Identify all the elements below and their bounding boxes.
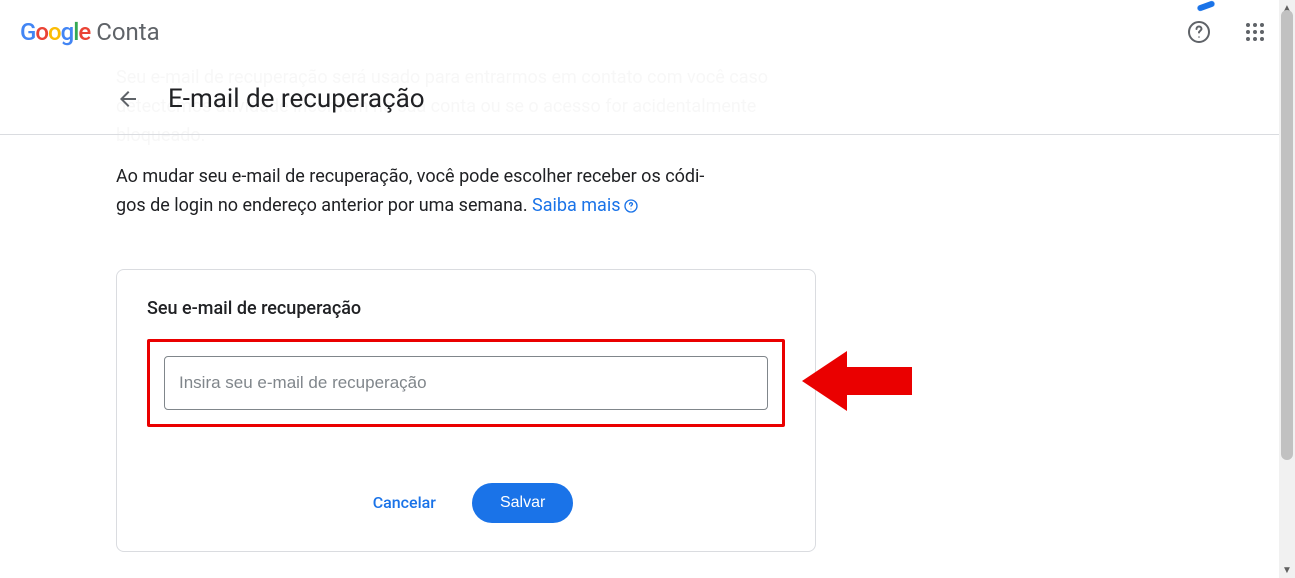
logo-section: Google Conta <box>20 18 160 46</box>
button-row: Cancelar Salvar <box>147 483 785 523</box>
save-button[interactable]: Salvar <box>472 483 573 523</box>
description-text: Ao mudar seu e-mail de recuperação, você… <box>116 163 816 221</box>
google-logo: Google <box>20 18 90 46</box>
recovery-email-card: Seu e-mail de recuperação Cancelar Salva… <box>116 269 816 552</box>
help-icon[interactable] <box>1179 12 1219 52</box>
main-content: Ao mudar seu e-mail de recuperação, você… <box>116 135 816 552</box>
recovery-email-input[interactable] <box>164 356 768 410</box>
highlight-annotation <box>147 339 785 427</box>
page-header: E-mail de recuperação <box>0 64 1295 135</box>
global-header: Google Conta <box>0 0 1295 64</box>
card-title: Seu e-mail de recuperação <box>147 298 785 319</box>
scrollbar[interactable]: ▲ ▼ <box>1279 0 1295 578</box>
learn-more-link[interactable]: Saiba mais <box>532 195 638 216</box>
scrollbar-down-arrow-icon[interactable]: ▼ <box>1279 562 1295 578</box>
cancel-button[interactable]: Cancelar <box>359 483 450 522</box>
back-arrow-icon[interactable] <box>116 87 140 111</box>
account-label: Conta <box>96 18 159 46</box>
page-title: E-mail de recuperação <box>168 84 425 114</box>
scrollbar-thumb[interactable] <box>1281 10 1293 460</box>
annotation-arrow-icon <box>802 341 912 425</box>
help-small-icon <box>623 198 639 214</box>
apps-icon[interactable] <box>1235 12 1275 52</box>
